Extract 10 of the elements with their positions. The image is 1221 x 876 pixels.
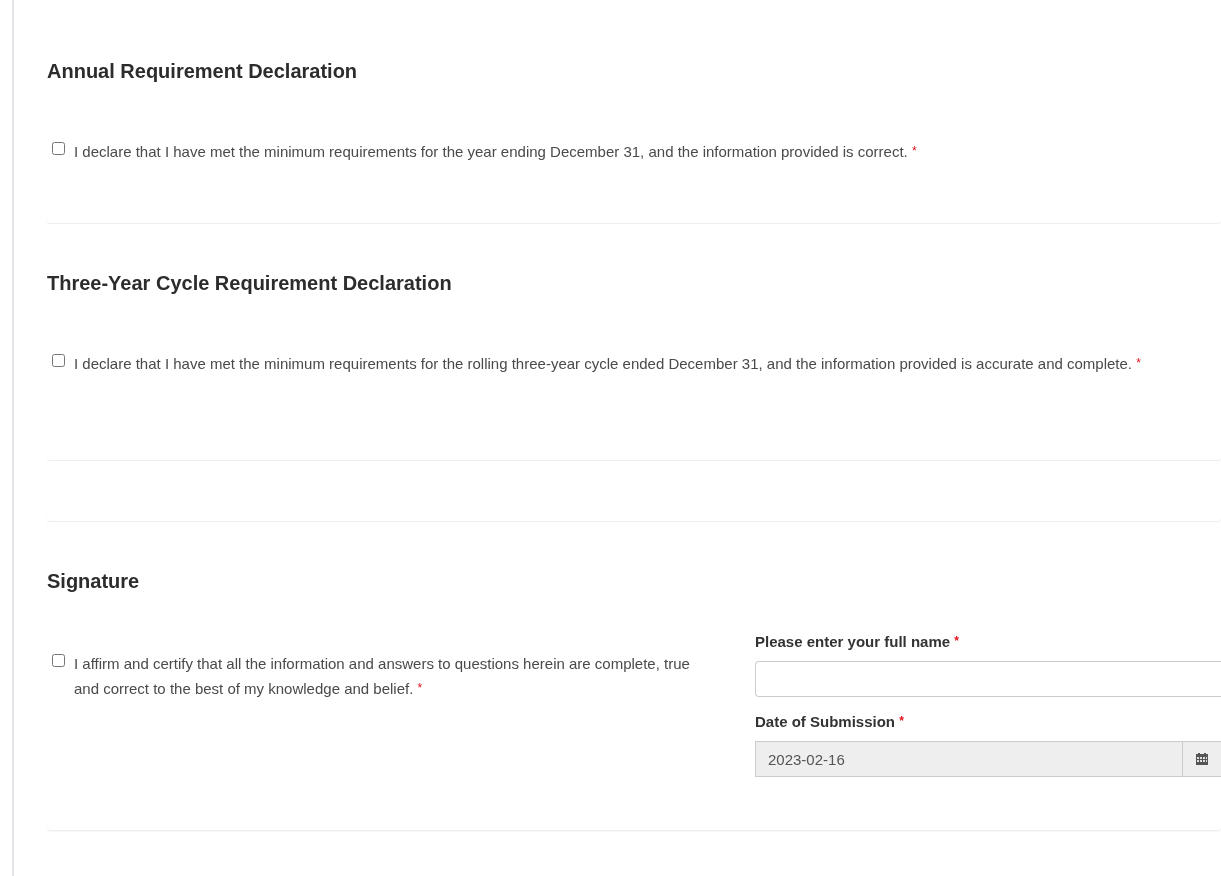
section-title: Annual Requirement Declaration (47, 59, 359, 83)
checkbox[interactable] (52, 354, 65, 367)
checkbox[interactable] (52, 142, 65, 155)
checkbox[interactable] (52, 654, 65, 667)
calendar-button[interactable] (1182, 741, 1221, 777)
section-title: Three-Year Cycle Requirement Declaration (47, 271, 453, 295)
input-field[interactable] (755, 661, 1221, 697)
date-field[interactable]: 2023-02-16 (755, 741, 1182, 777)
section-title: Signature (47, 569, 141, 593)
calendar-icon (1196, 753, 1208, 765)
